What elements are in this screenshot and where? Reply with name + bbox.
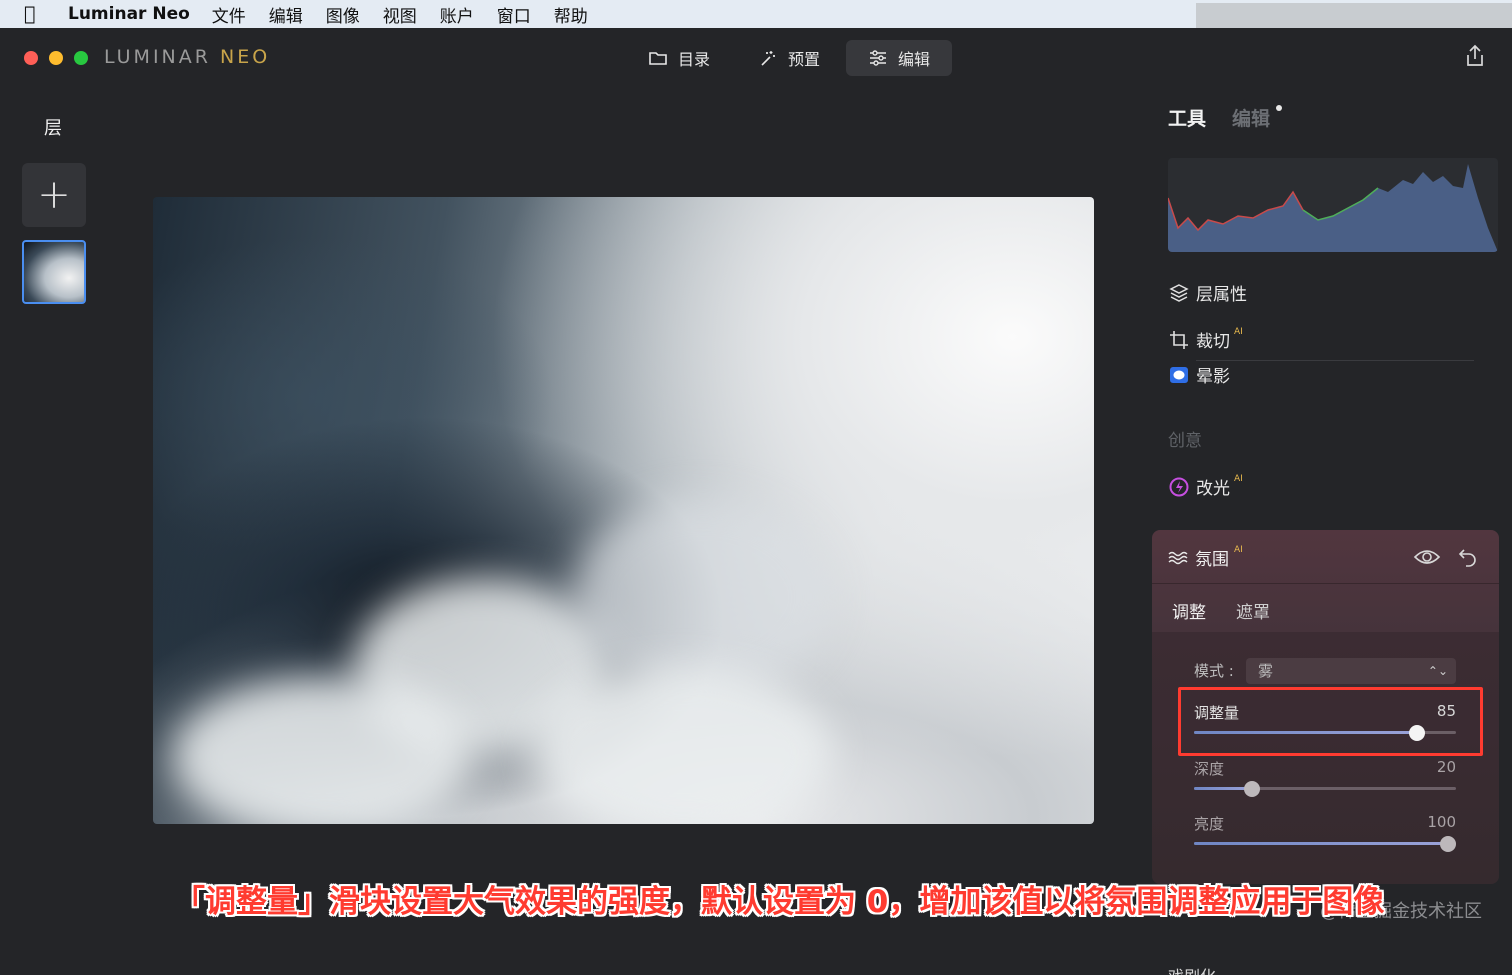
slider-brightness-fill	[1194, 842, 1449, 845]
logo-neo: NEO	[220, 46, 271, 68]
slider-depth-value[interactable]: 20	[1437, 758, 1456, 776]
histogram-graph	[1168, 164, 1498, 252]
nav-catalog-button[interactable]: 目录	[626, 40, 732, 76]
folder-icon	[649, 52, 667, 65]
tool-crop-label: 裁切	[1196, 332, 1230, 352]
add-layer-button[interactable]: +	[22, 163, 86, 227]
crop-ai-badge: AI	[1234, 326, 1243, 337]
app-window: LUMINAR NEO 目录 预置 编辑 层 + 工具 编辑 层属性 裁切 AI…	[0, 28, 1512, 975]
chevron-updown-icon: ⌃⌄	[1427, 664, 1448, 678]
share-icon[interactable]	[1464, 44, 1486, 68]
menu-view[interactable]: 视图	[383, 2, 417, 27]
menu-window[interactable]: 窗口	[497, 2, 531, 27]
macos-menubar:  Luminar Neo 文件 编辑 图像 视图 账户 窗口 帮助	[0, 0, 1512, 33]
slider-brightness-track[interactable]	[1194, 835, 1457, 852]
menu-account[interactable]: 账户	[440, 2, 474, 27]
top-navigation: 目录 预置 编辑	[626, 40, 953, 76]
crop-icon	[1170, 330, 1188, 349]
atmosphere-title: 氛围 AI	[1168, 545, 1243, 570]
section-creative-label: 创意	[1168, 431, 1202, 451]
subtab-mask[interactable]: 遮罩	[1236, 598, 1270, 623]
logo-luminar: LUMINAR	[104, 46, 211, 68]
undo-icon[interactable]	[1457, 546, 1479, 568]
tool-layer-properties[interactable]: 层属性	[1168, 280, 1247, 305]
tool-divider	[1196, 360, 1474, 361]
atmosphere-subtabs: 调整 遮罩	[1172, 598, 1270, 623]
menu-edit[interactable]: 编辑	[269, 2, 303, 27]
apple-icon[interactable]: 	[24, 3, 58, 25]
photo-canvas[interactable]	[153, 197, 1094, 824]
mode-select[interactable]: 雾 ⌃⌄	[1246, 658, 1456, 684]
nav-edit-button[interactable]: 编辑	[846, 40, 953, 76]
mode-label: 模式 :	[1194, 662, 1234, 680]
relight-icon	[1169, 477, 1189, 496]
slider-depth-track[interactable]	[1194, 780, 1456, 797]
menu-image[interactable]: 图像	[326, 2, 360, 27]
tool-vignette-label: 晕影	[1196, 367, 1230, 387]
slider-brightness-value[interactable]: 100	[1427, 813, 1456, 831]
subtab-adjust[interactable]: 调整	[1172, 598, 1206, 623]
tool-dramatic[interactable]: 戏剧化	[1168, 963, 1216, 975]
eye-icon[interactable]	[1413, 547, 1441, 567]
nav-presets-label: 预置	[788, 50, 821, 69]
atmosphere-label: 氛围	[1195, 550, 1229, 570]
vignette-icon	[1170, 366, 1188, 383]
nav-presets-button[interactable]: 预置	[736, 40, 842, 76]
edits-indicator-dot	[1276, 105, 1282, 111]
tab-tools[interactable]: 工具	[1168, 104, 1206, 131]
tool-relight[interactable]: 改光 AI	[1168, 474, 1243, 499]
layer-thumbnail[interactable]	[22, 240, 86, 304]
mode-select-value: 雾	[1258, 662, 1274, 680]
highlight-annotation-box	[1178, 687, 1483, 756]
app-logo: LUMINAR NEO	[104, 46, 270, 68]
atmosphere-icon	[1168, 551, 1188, 564]
tool-vignette[interactable]: 晕影	[1168, 362, 1230, 387]
slider-depth-thumb[interactable]	[1243, 780, 1260, 797]
relight-ai-badge: AI	[1234, 473, 1243, 484]
atmosphere-ai-badge: AI	[1234, 544, 1243, 555]
layers-icon	[1169, 283, 1189, 302]
slider-brightness-label: 亮度	[1194, 815, 1225, 833]
layers-title: 层	[44, 118, 62, 139]
slider-depth-fill	[1194, 787, 1252, 790]
tool-layer-properties-label: 层属性	[1196, 285, 1247, 305]
sliders-icon	[870, 50, 887, 66]
tab-edits[interactable]: 编辑	[1232, 104, 1270, 131]
tool-crop[interactable]: 裁切 AI	[1168, 327, 1243, 352]
tool-dramatic-label: 戏剧化	[1168, 963, 1216, 975]
nav-catalog-label: 目录	[678, 50, 711, 69]
smoke-puff	[533, 667, 833, 824]
histogram	[1168, 158, 1498, 252]
menu-app-name[interactable]: Luminar Neo	[68, 4, 190, 24]
slider-depth-label: 深度	[1194, 760, 1225, 778]
tutorial-caption: 「调整量」滑块设置大气效果的强度，默认设置为 0，增加该值以将氛围调整应用于图像	[174, 884, 1385, 920]
menu-help[interactable]: 帮助	[554, 2, 588, 27]
smoke-puff	[173, 677, 473, 824]
nav-edit-label: 编辑	[898, 50, 931, 69]
tool-relight-label: 改光	[1196, 479, 1230, 499]
slider-brightness-thumb[interactable]	[1440, 835, 1457, 852]
menu-file[interactable]: 文件	[212, 2, 246, 27]
magic-wand-icon	[761, 51, 776, 66]
minimize-window-button[interactable]	[49, 51, 63, 65]
atmosphere-header[interactable]: 氛围 AI	[1152, 530, 1499, 584]
close-window-button[interactable]	[24, 51, 38, 65]
window-controls	[24, 51, 88, 65]
zoom-window-button[interactable]	[74, 51, 88, 65]
